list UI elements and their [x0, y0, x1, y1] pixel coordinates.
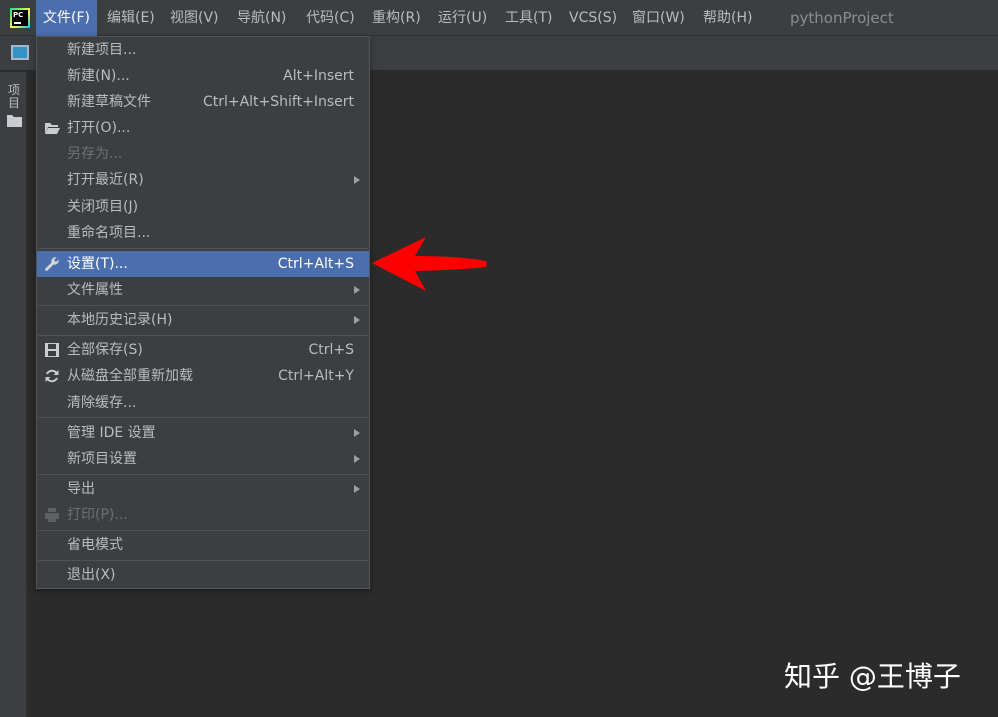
menu-item-label: 新建(N)... — [67, 68, 130, 84]
menu-item-label: 导出 — [67, 481, 95, 497]
menu-item-label: 打印(P)... — [67, 507, 128, 523]
menu-item-label: 另存为... — [67, 146, 123, 162]
menu-item-label: 退出(X) — [67, 567, 116, 583]
menu-item-label: 管理 IDE 设置 — [67, 425, 156, 441]
menu-item-new-scratch-file[interactable]: 新建草稿文件 Ctrl+Alt+Shift+Insert — [37, 89, 369, 115]
menu-item-rename-project[interactable]: 重命名项目... — [37, 220, 369, 246]
menu-item-label: 重命名项目... — [67, 225, 151, 241]
menu-separator — [38, 305, 368, 306]
menu-item-export[interactable]: 导出 — [37, 476, 369, 502]
menu-separator — [38, 530, 368, 531]
menu-item-label: 全部保存(S) — [67, 342, 143, 358]
menu-item-label: 新建项目... — [67, 42, 137, 58]
menu-item-shortcut: Ctrl+Alt+Shift+Insert — [202, 94, 354, 110]
submenu-arrow-icon — [354, 455, 360, 463]
reload-icon — [45, 369, 59, 383]
menu-separator — [38, 248, 368, 249]
menu-item-label: 从磁盘全部重新加载 — [67, 368, 193, 384]
window-icon[interactable] — [11, 45, 29, 60]
menu-item-label: 打开(O)... — [67, 120, 131, 136]
menu-item-file-properties[interactable]: 文件属性 — [37, 277, 369, 303]
menu-help[interactable]: 帮助(H) — [703, 0, 752, 36]
menu-item-label: 打开最近(R) — [67, 172, 144, 188]
menu-tools[interactable]: 工具(T) — [505, 0, 552, 36]
submenu-arrow-icon — [354, 429, 360, 437]
wrench-icon — [45, 257, 59, 271]
menu-vcs[interactable]: VCS(S) — [569, 0, 617, 36]
menu-file[interactable]: 文件(F) — [36, 0, 97, 36]
save-icon — [45, 343, 59, 357]
submenu-arrow-icon — [354, 176, 360, 184]
menu-item-local-history[interactable]: 本地历史记录(H) — [37, 307, 369, 333]
red-annotation-arrow-icon — [372, 237, 487, 291]
menu-item-exit[interactable]: 退出(X) — [37, 562, 369, 588]
menu-item-new-project-settings[interactable]: 新项目设置 — [37, 446, 369, 472]
menu-item-shortcut: Ctrl+Alt+S — [277, 256, 354, 272]
menu-run[interactable]: 运行(U) — [438, 0, 487, 36]
menu-item-manage-ide-settings[interactable]: 管理 IDE 设置 — [37, 420, 369, 446]
menu-item-print: 打印(P)... — [37, 502, 369, 528]
menu-item-reload-all[interactable]: 从磁盘全部重新加载 Ctrl+Alt+Y — [37, 363, 369, 389]
menu-view[interactable]: 视图(V) — [170, 0, 219, 36]
menu-item-save-all[interactable]: 全部保存(S) Ctrl+S — [37, 337, 369, 363]
menu-item-new[interactable]: 新建(N)... Alt+Insert — [37, 63, 369, 89]
left-tool-strip — [0, 72, 27, 717]
menu-bar: PC 文件(F) 编辑(E) 视图(V) 导航(N) 代码(C) 重构(R) 运… — [0, 0, 998, 36]
menu-item-label: 新建草稿文件 — [67, 94, 151, 110]
menu-edit[interactable]: 编辑(E) — [107, 0, 155, 36]
menu-separator — [38, 560, 368, 561]
menu-item-label: 清除缓存... — [67, 395, 137, 411]
menu-item-label: 本地历史记录(H) — [67, 312, 173, 328]
menu-item-label: 关闭项目(J) — [67, 199, 139, 215]
pycharm-logo-icon: PC — [10, 8, 30, 28]
project-tool-tab[interactable]: 项目 — [6, 84, 22, 110]
menu-item-settings[interactable]: 设置(T)... Ctrl+Alt+S — [37, 251, 369, 277]
menu-item-power-save-mode[interactable]: 省电模式 — [37, 532, 369, 558]
folder-open-icon — [45, 123, 60, 134]
menu-item-shortcut: Ctrl+Alt+Y — [278, 368, 354, 384]
menu-item-new-project[interactable]: 新建项目... — [37, 37, 369, 63]
menu-item-label: 省电模式 — [67, 537, 123, 553]
menu-item-open-recent[interactable]: 打开最近(R) — [37, 167, 369, 193]
menu-item-shortcut: Ctrl+S — [308, 342, 354, 358]
menu-separator — [38, 335, 368, 336]
menu-window[interactable]: 窗口(W) — [632, 0, 685, 36]
file-menu-dropdown: 新建项目... 新建(N)... Alt+Insert 新建草稿文件 Ctrl+… — [36, 36, 370, 589]
menu-item-label: 新项目设置 — [67, 451, 137, 467]
menu-item-close-project[interactable]: 关闭项目(J) — [37, 194, 369, 220]
menu-refactor[interactable]: 重构(R) — [372, 0, 421, 36]
submenu-arrow-icon — [354, 485, 360, 493]
menu-separator — [38, 474, 368, 475]
menu-item-invalidate-caches[interactable]: 清除缓存... — [37, 390, 369, 416]
folder-icon[interactable] — [7, 114, 22, 127]
watermark: 知乎 @王博子 — [784, 660, 961, 693]
menu-item-label: 文件属性 — [67, 282, 123, 298]
menu-separator — [38, 417, 368, 418]
menu-code[interactable]: 代码(C) — [306, 0, 355, 36]
logo-text: PC — [13, 11, 24, 19]
print-icon — [45, 508, 59, 522]
submenu-arrow-icon — [354, 316, 360, 324]
menu-item-open[interactable]: 打开(O)... — [37, 115, 369, 141]
menu-navigate[interactable]: 导航(N) — [237, 0, 286, 36]
menu-item-save-as: 另存为... — [37, 141, 369, 167]
submenu-arrow-icon — [354, 286, 360, 294]
menu-item-shortcut: Alt+Insert — [283, 68, 354, 84]
menu-item-label: 设置(T)... — [67, 256, 128, 272]
project-title: pythonProject — [790, 9, 894, 27]
